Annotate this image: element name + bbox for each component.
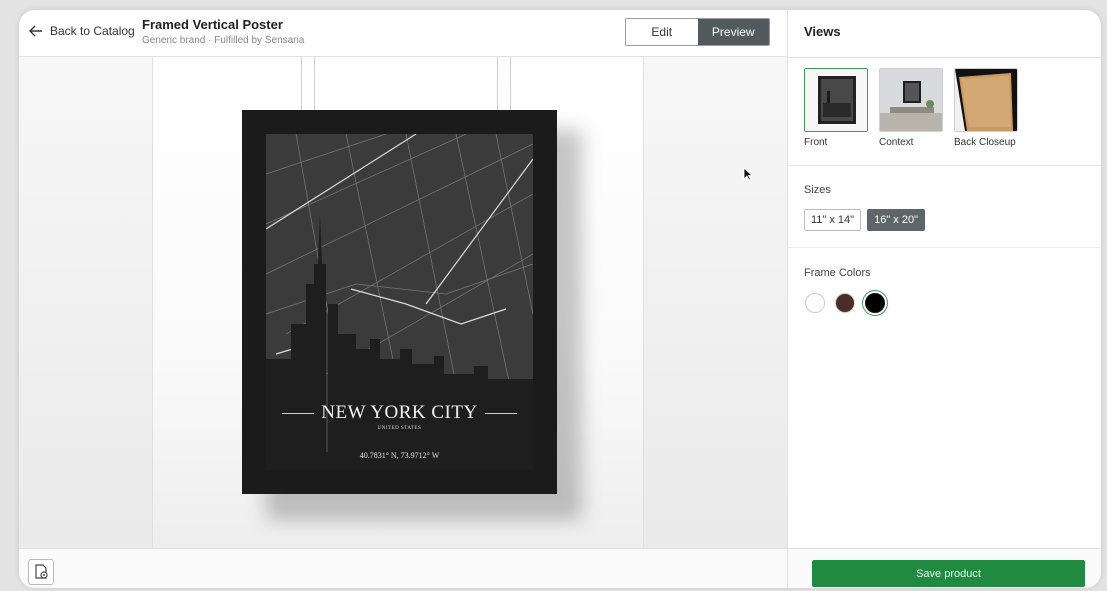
front-thumbnail-image (804, 68, 868, 132)
product-editor-window: Back to Catalog Framed Vertical Poster G… (19, 10, 1101, 588)
arrow-left-icon (29, 25, 42, 37)
view-label-context: Context (879, 137, 914, 148)
frame-color-black[interactable] (865, 293, 885, 313)
back-label: Back to Catalog (50, 24, 135, 38)
size-option-11x14[interactable]: 11" x 14" (804, 209, 862, 231)
poster-coords-text: 40.7831° N, 73.9712° W (359, 451, 440, 460)
save-product-button[interactable]: Save product (812, 560, 1085, 587)
back-closeup-thumbnail-image (954, 68, 1018, 132)
product-title: Framed Vertical Poster (142, 17, 283, 32)
hanging-wire-left (301, 57, 315, 112)
views-panel: Views Front Context Back Closeup Sizes 1… (787, 10, 1101, 588)
frame-color-walnut[interactable] (835, 293, 855, 313)
canvas-bottom-bar (19, 548, 787, 588)
poster-frame: NEW YORK CITY UNITED STATES 40.7831° N, … (242, 110, 557, 494)
frame-colors-label: Frame Colors (804, 267, 871, 279)
poster-country-text: UNITED STATES (377, 426, 422, 431)
mode-toggle: Edit Preview (625, 18, 770, 46)
product-title-block: Framed Vertical Poster Generic brand · F… (142, 17, 304, 46)
view-thumb-context[interactable]: Context (879, 68, 943, 148)
view-thumbnails: Front Context Back Closeup (804, 68, 1018, 148)
view-label-front: Front (804, 137, 828, 148)
product-subtitle: Generic brand · Fulfilled by Sensaria (142, 35, 305, 46)
size-options: 11" x 14" 16" x 20" (804, 209, 925, 231)
context-thumbnail-image (879, 68, 943, 132)
wall-stage: NEW YORK CITY UNITED STATES 40.7831° N, … (152, 57, 644, 548)
preview-canvas: NEW YORK CITY UNITED STATES 40.7831° N, … (19, 57, 787, 548)
preview-tab[interactable]: Preview (697, 19, 769, 45)
sizes-label: Sizes (804, 184, 831, 196)
view-thumb-back-closeup[interactable]: Back Closeup (954, 68, 1018, 148)
poster-city-text: NEW YORK CITY (321, 402, 478, 423)
section-divider (788, 247, 1101, 248)
mouse-cursor-icon (743, 167, 753, 181)
poster-artwork: NEW YORK CITY UNITED STATES 40.7831° N, … (266, 134, 533, 470)
back-to-catalog-link[interactable]: Back to Catalog (29, 24, 135, 38)
panel-divider (788, 57, 1101, 58)
file-settings-icon[interactable] (28, 559, 54, 585)
frame-color-swatches (805, 293, 885, 313)
frame-color-white[interactable] (805, 293, 825, 313)
size-option-16x20[interactable]: 16" x 20" (867, 209, 925, 231)
section-divider (788, 165, 1101, 166)
panel-footer: Save product (788, 548, 1101, 588)
edit-tab[interactable]: Edit (626, 19, 698, 45)
views-title: Views (804, 24, 841, 39)
view-label-back-closeup: Back Closeup (954, 137, 1016, 148)
editor-header: Back to Catalog Framed Vertical Poster G… (19, 10, 787, 57)
view-thumb-front[interactable]: Front (804, 68, 868, 148)
hanging-wire-right (497, 57, 511, 112)
